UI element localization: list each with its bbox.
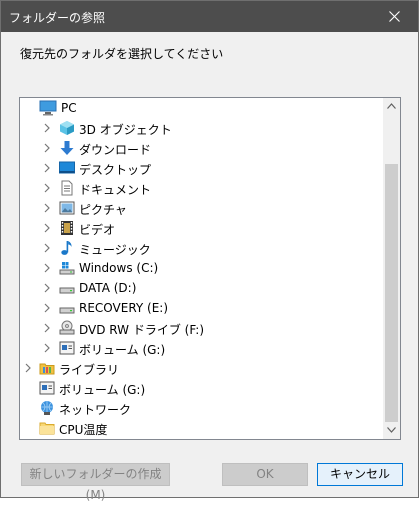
new-folder-button[interactable]: 新しいフォルダーの作成(M) bbox=[21, 463, 170, 502]
title-bar[interactable]: フォルダーの参照 bbox=[1, 1, 418, 32]
downloads-icon bbox=[59, 140, 75, 156]
tree-item-label: DVD RW ドライブ (F:) bbox=[79, 323, 205, 337]
chevron-right-icon[interactable] bbox=[23, 362, 33, 374]
music-icon bbox=[59, 240, 75, 256]
scrollbar-thumb[interactable] bbox=[385, 164, 398, 422]
cancel-button[interactable]: キャンセル bbox=[317, 463, 403, 486]
tree-item-label: ライブラリ bbox=[59, 363, 120, 377]
scroll-up-button[interactable] bbox=[383, 98, 400, 115]
tree-item-label: ピクチャ bbox=[79, 203, 127, 217]
chevron-right-icon[interactable] bbox=[42, 302, 52, 314]
tree-item-label: ミュージック bbox=[79, 243, 151, 257]
chevron-right-icon[interactable] bbox=[42, 262, 52, 274]
tree-item[interactable]: ライブラリ bbox=[20, 358, 384, 378]
tree-item-label: ボリューム (G:) bbox=[79, 343, 166, 357]
tree-item[interactable]: デスクトップ bbox=[20, 158, 384, 178]
tree-item-label: ダウンロード bbox=[79, 143, 152, 157]
chevron-right-icon[interactable] bbox=[42, 322, 52, 334]
tree-item-label: ボリューム (G:) bbox=[59, 383, 146, 397]
tree-item[interactable]: ダウンロード bbox=[20, 138, 384, 158]
chevron-down-icon bbox=[387, 427, 396, 433]
tree-item[interactable]: DVD RW ドライブ (F:) bbox=[20, 318, 384, 338]
dvd-drive-icon bbox=[59, 320, 75, 336]
tree-item[interactable]: DATA (D:) bbox=[20, 278, 384, 298]
tree-item[interactable]: ネットワーク bbox=[20, 398, 384, 418]
documents-icon bbox=[59, 180, 75, 196]
tree-item-label: PC bbox=[61, 101, 77, 115]
tree-item[interactable]: ボリューム (G:) bbox=[20, 378, 384, 398]
tree-item-label: ビデオ bbox=[79, 223, 116, 237]
window-title: フォルダーの参照 bbox=[9, 11, 106, 25]
network-icon bbox=[39, 400, 55, 416]
folder-tree[interactable]: PC 3D オブジェクト ダウンロード デスクトップ ドキュメント ピクチャビデオミュージ… bbox=[19, 97, 401, 440]
tree-item-label: ネットワーク bbox=[59, 403, 132, 417]
drive-icon bbox=[59, 280, 75, 296]
instruction-text: 復元先のフォルダを選択してください bbox=[20, 47, 224, 61]
tree-item[interactable]: ボリューム (G:) bbox=[20, 338, 384, 358]
ok-button[interactable]: OK bbox=[222, 463, 308, 486]
chevron-right-icon[interactable] bbox=[42, 342, 52, 354]
chevron-right-icon[interactable] bbox=[42, 282, 52, 294]
windows-drive-icon bbox=[59, 260, 75, 276]
tree-item[interactable]: RECOVERY (E:) bbox=[20, 298, 384, 318]
volume-icon bbox=[59, 340, 75, 356]
chevron-right-icon[interactable] bbox=[42, 242, 52, 254]
tree-item-label: ドキュメント bbox=[79, 183, 152, 197]
chevron-right-icon[interactable] bbox=[42, 182, 52, 194]
tree-item-label: 3D オブジェクト bbox=[79, 123, 172, 137]
tree-item[interactable]: ドキュメント bbox=[20, 178, 384, 198]
tree-item-label: デスクトップ bbox=[79, 163, 152, 177]
tree-item[interactable]: Windows (C:) bbox=[20, 258, 384, 278]
tree-item-label: RECOVERY (E:) bbox=[79, 301, 169, 315]
tree-item-label: DATA (D:) bbox=[79, 281, 137, 295]
drive-icon bbox=[59, 300, 75, 316]
pictures-icon bbox=[59, 200, 75, 216]
tree-item-label: CPU温度 bbox=[59, 423, 108, 437]
close-button[interactable] bbox=[372, 1, 418, 32]
chevron-right-icon[interactable] bbox=[42, 222, 52, 234]
tree-item[interactable]: PC bbox=[20, 98, 384, 118]
pc-icon bbox=[39, 100, 57, 116]
chevron-up-icon bbox=[387, 103, 396, 109]
chevron-right-icon[interactable] bbox=[42, 122, 52, 134]
3d-objects-icon bbox=[59, 120, 75, 136]
library-icon bbox=[39, 360, 55, 376]
tree-item[interactable]: 3D オブジェクト bbox=[20, 118, 384, 138]
browse-folder-dialog: フォルダーの参照 復元先のフォルダを選択してください PC 3D オブジェクト ダウ… bbox=[0, 0, 419, 502]
chevron-right-icon[interactable] bbox=[42, 162, 52, 174]
vertical-scrollbar[interactable] bbox=[383, 98, 400, 439]
desktop-icon bbox=[59, 160, 75, 176]
tree-item[interactable]: ピクチャ bbox=[20, 198, 384, 218]
videos-icon bbox=[59, 220, 75, 236]
tree-item[interactable]: ミュージック bbox=[20, 238, 384, 258]
close-icon bbox=[389, 11, 400, 22]
chevron-right-icon[interactable] bbox=[42, 202, 52, 214]
tree-item-label: Windows (C:) bbox=[79, 261, 159, 275]
folder-icon bbox=[39, 420, 55, 436]
volume-icon bbox=[39, 380, 55, 396]
tree-item[interactable]: ビデオ bbox=[20, 218, 384, 238]
scroll-down-button[interactable] bbox=[383, 422, 400, 439]
chevron-right-icon[interactable] bbox=[42, 142, 52, 154]
tree-item[interactable]: CPU温度 bbox=[20, 418, 384, 438]
